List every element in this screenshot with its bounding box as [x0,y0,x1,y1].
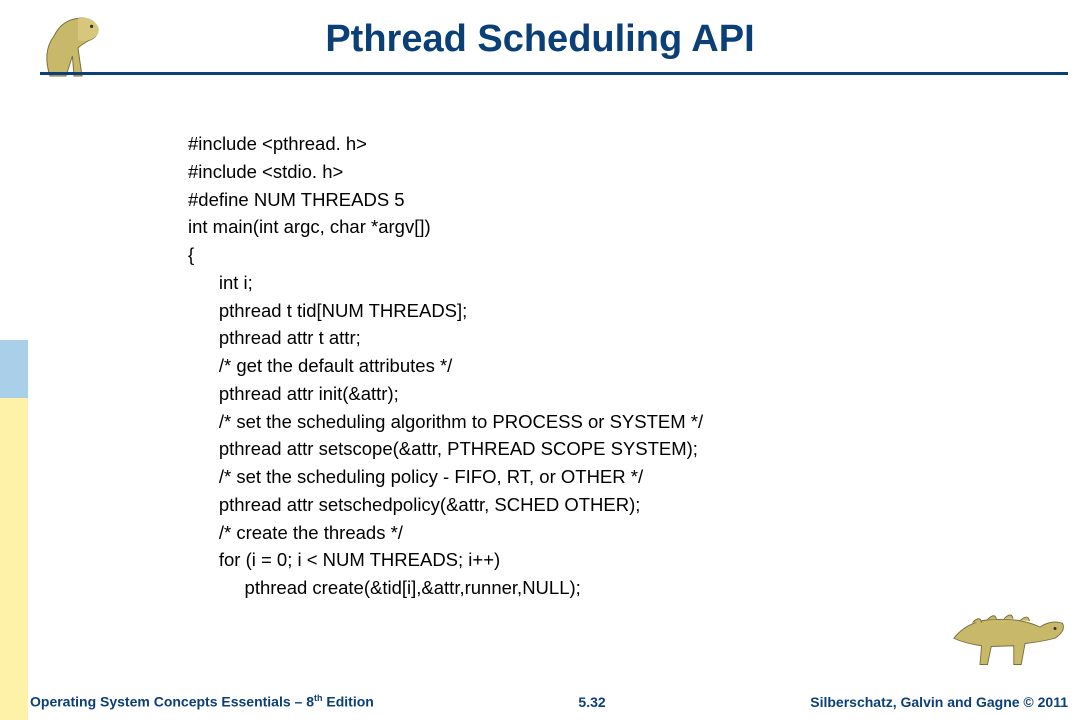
footer-left: Operating System Concepts Essentials – 8… [30,693,374,710]
dinosaur-bottom-icon [950,597,1070,672]
footer-page-number: 5.32 [374,694,810,710]
stripe-yellow [0,398,28,720]
footer-left-sup: th [314,693,323,703]
code-block: #include <pthread. h> #include <stdio. h… [188,130,703,602]
footer-left-text-a: Operating System Concepts Essentials – 8 [30,694,314,710]
footer-left-text-b: Edition [323,694,374,710]
title-underline [40,72,1068,75]
slide-title: Pthread Scheduling API [0,18,1080,61]
footer-right: Silberschatz, Galvin and Gagne © 2011 [810,694,1068,710]
stripe-blue [0,340,28,398]
left-color-stripe [0,0,28,720]
footer: Operating System Concepts Essentials – 8… [30,693,1068,710]
